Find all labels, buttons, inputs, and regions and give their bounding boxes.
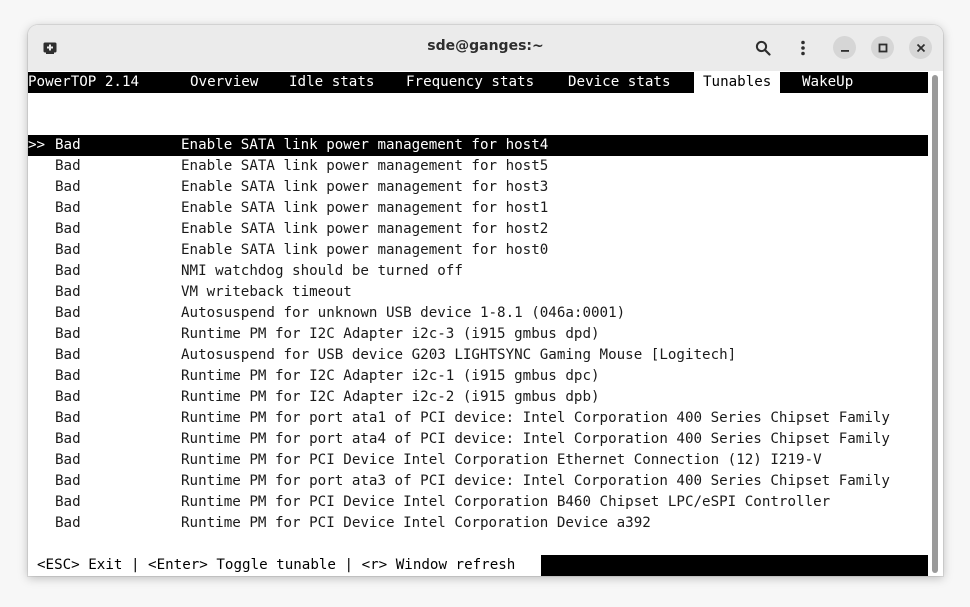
tunable-description: Autosuspend for unknown USB device 1-8.1… — [181, 305, 626, 321]
tunable-row[interactable]: Bad Runtime PM for port ata4 of PCI devic… — [28, 429, 928, 450]
tunable-status: Bad — [55, 179, 81, 195]
tunable-description: Enable SATA link power management for ho… — [181, 221, 549, 237]
tunable-status: Bad — [55, 452, 81, 468]
tunable-description: Enable SATA link power management for ho… — [181, 137, 549, 153]
tunable-row[interactable]: Bad Enable SATA link power management for… — [28, 156, 928, 177]
selection-marker: >> — [28, 137, 46, 153]
tunable-status: Bad — [55, 368, 81, 384]
tunable-row[interactable]: Bad Runtime PM for I2C Adapter i2c-3 (i91… — [28, 324, 928, 345]
tunable-description: Runtime PM for PCI Device Intel Corporat… — [181, 452, 822, 468]
powertop-menu-bar: PowerTOP 2.14 Overview Idle stats Freque… — [28, 72, 928, 93]
tunable-description: NMI watchdog should be turned off — [181, 263, 463, 279]
status-bar: <ESC> Exit | <Enter> Toggle tunable | <r… — [28, 555, 928, 576]
search-button[interactable] — [751, 36, 775, 60]
scrollbar[interactable] — [931, 75, 939, 573]
title-bar: sde@ganges:~ — [28, 25, 943, 71]
tunable-description: Runtime PM for I2C Adapter i2c-3 (i915 g… — [181, 326, 600, 342]
tunable-description: Enable SATA link power management for ho… — [181, 242, 549, 258]
terminal-window: sde@ganges:~ PowerTOP 2.14 Overview Idle… — [28, 25, 943, 576]
tunable-status: Bad — [55, 200, 81, 216]
tunable-row[interactable]: Bad Enable SATA link power management for… — [28, 177, 928, 198]
maximize-button[interactable] — [871, 36, 894, 59]
tunable-status: Bad — [55, 221, 81, 237]
tunable-status: Bad — [55, 284, 81, 300]
tunable-row[interactable]: Bad Runtime PM for port ata3 of PCI devic… — [28, 471, 928, 492]
tunable-row[interactable]: Bad Enable SATA link power management for… — [28, 219, 928, 240]
maximize-icon — [878, 43, 887, 52]
tab-device-stats[interactable]: Device stats — [568, 72, 671, 93]
tunable-status: Bad — [55, 389, 81, 405]
tunable-description: Enable SATA link power management for ho… — [181, 200, 549, 216]
tunable-description: Autosuspend for USB device G203 LIGHTSYN… — [181, 347, 737, 363]
tunable-row[interactable]: Bad Runtime PM for I2C Adapter i2c-1 (i91… — [28, 366, 928, 387]
tunable-row[interactable]: Bad Runtime PM for I2C Adapter i2c-2 (i91… — [28, 387, 928, 408]
tunable-description: Runtime PM for port ata1 of PCI device: … — [181, 410, 890, 426]
tunable-row[interactable]: Bad Runtime PM for port ata1 of PCI devic… — [28, 408, 928, 429]
tunable-description: VM writeback timeout — [181, 284, 352, 300]
tunable-status: Bad — [55, 263, 81, 279]
tab-overview[interactable]: Overview — [190, 72, 258, 93]
tunable-status: Bad — [55, 242, 81, 258]
tunable-row[interactable]: Bad Runtime PM for PCI Device Intel Corpo… — [28, 492, 928, 513]
tunable-status: Bad — [55, 158, 81, 174]
tunable-status: Bad — [55, 431, 81, 447]
tunable-description: Enable SATA link power management for ho… — [181, 179, 549, 195]
tunable-status: Bad — [55, 410, 81, 426]
scrollbar-thumb[interactable] — [932, 75, 938, 573]
tunable-row[interactable]: >> Bad Enable SATA link power management f… — [28, 135, 928, 156]
terminal-area[interactable]: PowerTOP 2.14 Overview Idle stats Freque… — [28, 71, 929, 576]
menu-button[interactable] — [791, 36, 815, 60]
minimize-icon — [840, 49, 849, 52]
tunable-status: Bad — [55, 326, 81, 342]
close-icon — [916, 43, 925, 52]
tunable-status: Bad — [55, 347, 81, 363]
tunable-description: Runtime PM for I2C Adapter i2c-1 (i915 g… — [181, 368, 600, 384]
tab-wakeup[interactable]: WakeUp — [802, 72, 853, 93]
tab-idle-stats[interactable]: Idle stats — [289, 72, 374, 93]
tunable-row[interactable]: Bad Autosuspend for unknown USB device 1-… — [28, 303, 928, 324]
search-icon — [755, 40, 771, 56]
tunable-status: Bad — [55, 137, 81, 153]
tunable-description: Runtime PM for port ata3 of PCI device: … — [181, 473, 890, 489]
tunable-status: Bad — [55, 473, 81, 489]
tunable-description: Runtime PM for port ata4 of PCI device: … — [181, 431, 890, 447]
tunable-row[interactable]: Bad VM writeback timeout — [28, 282, 928, 303]
tunable-status: Bad — [55, 305, 81, 321]
tunable-status: Bad — [55, 515, 81, 531]
close-button[interactable] — [909, 36, 932, 59]
tunable-row[interactable]: Bad NMI watchdog should be turned off — [28, 261, 928, 282]
tunable-row[interactable]: Bad Runtime PM for PCI Device Intel Corpo… — [28, 450, 928, 471]
tab-frequency-stats[interactable]: Frequency stats — [406, 72, 534, 93]
key-help: <ESC> Exit | <Enter> Toggle tunable | <r… — [28, 555, 541, 576]
minimize-button[interactable] — [833, 36, 856, 59]
tunable-row[interactable]: Bad Enable SATA link power management for… — [28, 240, 928, 261]
tunable-description: Runtime PM for PCI Device Intel Corporat… — [181, 494, 831, 510]
tunable-description: Enable SATA link power management for ho… — [181, 158, 549, 174]
tab-tunables[interactable]: Tunables — [694, 72, 781, 93]
tunable-row[interactable]: Bad Runtime PM for PCI Device Intel Corpo… — [28, 513, 928, 534]
tunable-description: Runtime PM for I2C Adapter i2c-2 (i915 g… — [181, 389, 600, 405]
kebab-menu-icon — [801, 40, 805, 56]
tunable-status: Bad — [55, 494, 81, 510]
tunable-row[interactable]: Bad Autosuspend for USB device G203 LIGHT… — [28, 345, 928, 366]
tunable-row[interactable]: Bad Enable SATA link power management for… — [28, 198, 928, 219]
tunable-description: Runtime PM for PCI Device Intel Corporat… — [181, 515, 651, 531]
app-name: PowerTOP 2.14 — [28, 74, 140, 90]
